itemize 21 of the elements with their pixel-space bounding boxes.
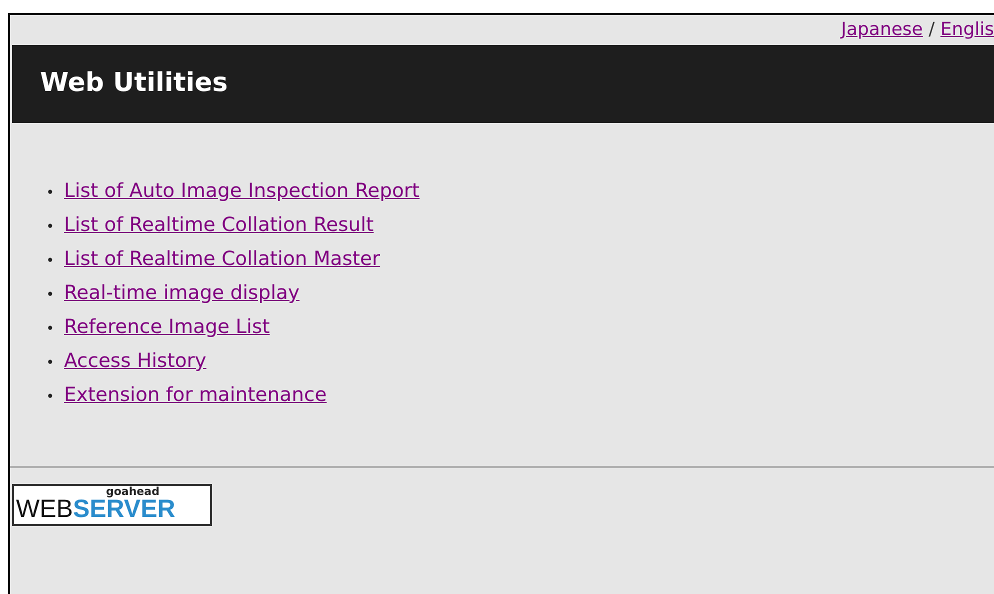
language-link[interactable]: Englis (940, 19, 994, 40)
utility-link[interactable]: Extension for maintenance (64, 383, 327, 406)
logo-text: WEB (16, 497, 73, 522)
utility-link[interactable]: List of Realtime Collation Result (64, 213, 374, 236)
utility-link[interactable]: List of Auto Image Inspection Report (64, 179, 420, 202)
separator: / (928, 19, 936, 40)
page-title: Web Utilities (40, 68, 228, 100)
bullet: • (46, 388, 56, 407)
bullet: • (46, 320, 56, 339)
bullet: • (46, 286, 56, 305)
language-link[interactable]: Japanese (841, 19, 923, 40)
bullet: • (46, 218, 56, 237)
bullet: • (46, 354, 56, 373)
bullet: • (46, 252, 56, 271)
utility-link[interactable]: Reference Image List (64, 315, 270, 338)
utility-link[interactable]: Real-time image display (64, 281, 300, 304)
logo-text: SERVER (72, 497, 176, 522)
utility-link[interactable]: List of Realtime Collation Master (64, 247, 380, 270)
logo-text: goahead (106, 486, 160, 497)
utility-link[interactable]: Access History (64, 349, 206, 372)
bullet: • (46, 184, 56, 203)
